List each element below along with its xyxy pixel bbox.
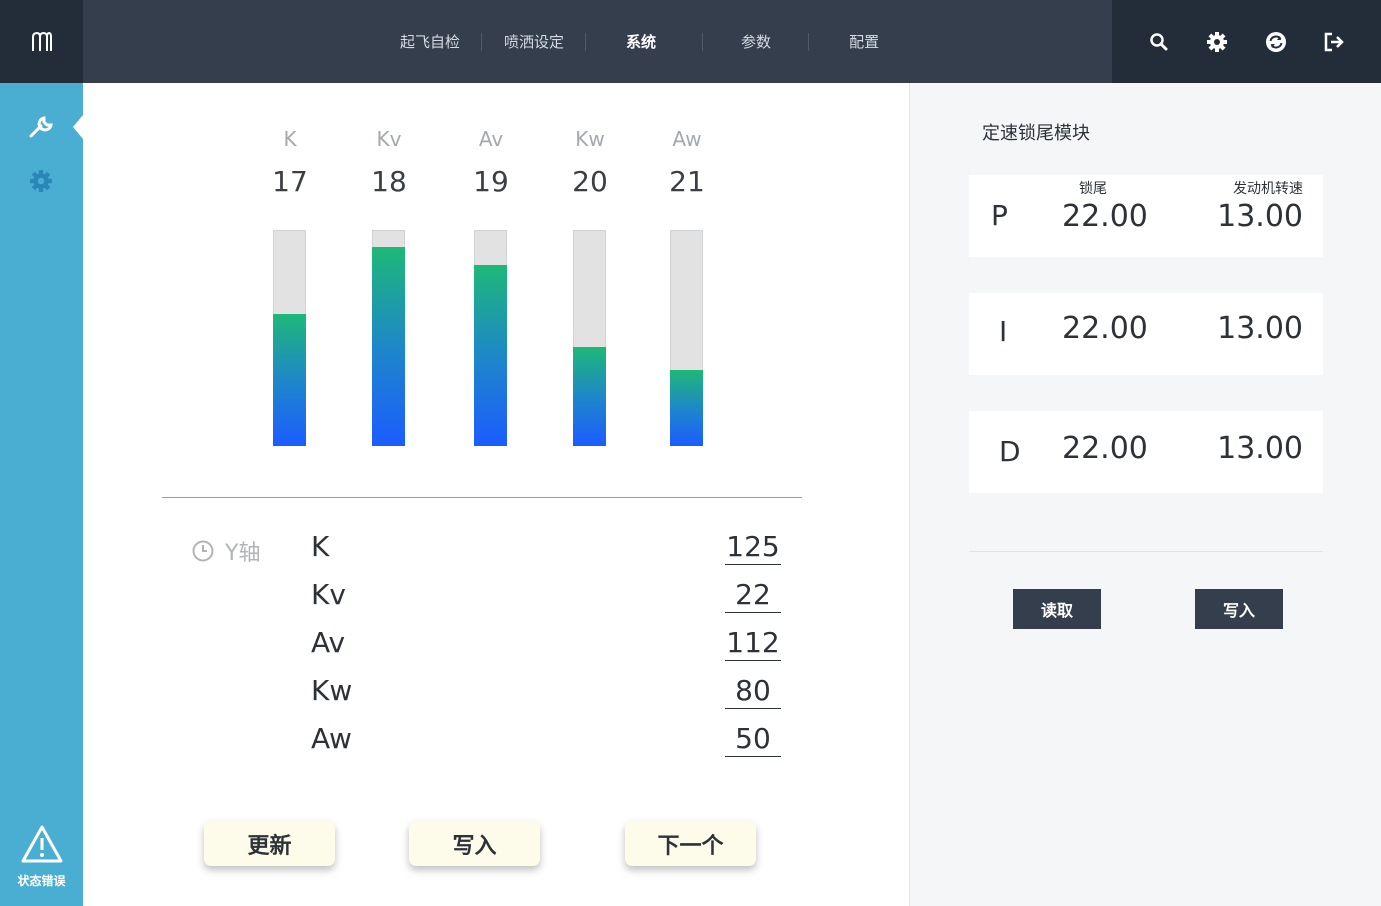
bar-label: Aw [672,127,702,151]
param-name: Av [311,626,346,659]
pid-row-i: I 22.00 13.00 [969,293,1323,375]
bar-value: 21 [669,165,705,198]
divider [969,551,1323,552]
nav-item-preflight[interactable]: 起飞自检 [378,32,483,51]
pid-row-d: D 22.00 13.00 [969,411,1323,493]
pid-engine-value[interactable]: 13.00 [1217,431,1303,466]
param-value-field[interactable]: 22 [725,578,781,613]
module-write-button[interactable]: 写入 [1195,589,1283,629]
wrench-icon[interactable] [26,113,56,143]
param-value-field[interactable]: 50 [725,722,781,757]
nav-item-config[interactable]: 配置 [809,33,919,51]
toolbar [1112,0,1381,83]
pid-engine-value[interactable]: 13.00 [1217,311,1303,346]
nav-item-system[interactable]: 系统 [586,32,704,51]
warning-icon [21,825,62,863]
main-nav: 起飞自检 喷洒设定 系统 参数 配置 [378,0,919,83]
pid-engine-value[interactable]: 13.00 [1217,199,1303,234]
pid-label: P [991,199,1008,232]
pid-tail-value[interactable]: 22.00 [1062,199,1148,234]
col-header-engine-speed: 发动机转速 [1233,181,1303,197]
axis-selector[interactable]: Y轴 [191,535,260,567]
bar-value: 19 [473,165,509,198]
param-name: Kv [311,578,346,611]
bar-label: Av [478,127,504,151]
status-label: 状态错误 [17,874,66,888]
param-row: Kv 22 [311,578,781,626]
logout-icon[interactable] [1322,30,1346,54]
pid-row-p: 锁尾 发动机转速 P 22.00 13.00 [969,175,1323,257]
param-row: Kw 80 [311,674,781,722]
bar-fill [474,265,507,446]
top-bar: 起飞自检 喷洒设定 系统 参数 配置 [0,0,1381,83]
divider [162,497,802,498]
bar-fill [670,370,703,446]
bar-fill [273,314,306,446]
gear-icon[interactable] [26,166,56,196]
bar-label: K [283,127,297,151]
axis-label: Y轴 [225,541,261,566]
active-indicator [73,115,83,139]
sync-icon[interactable] [1264,30,1288,54]
sidebar: 状态错误 [0,83,83,906]
param-name: K [311,530,330,563]
param-value-field[interactable]: 125 [725,530,781,565]
param-value-field[interactable]: 112 [725,626,781,661]
main-panel: K 17 Kv 18 Av 19 Kw 20 Aw 21 Y轴 K 125 Kv 22 Av 112 Kw 80… [83,83,909,906]
next-button[interactable]: 下一个 [625,821,756,866]
app-logo [0,0,83,83]
bar-track [670,230,703,446]
param-name: Kw [311,674,353,707]
nav-item-spray[interactable]: 喷洒设定 [482,32,587,51]
bar-fill [573,347,606,446]
param-name: Aw [311,722,352,755]
module-title: 定速锁尾模块 [982,123,1090,144]
bar-fill [372,247,405,446]
col-header-tail-lock: 锁尾 [1079,181,1107,197]
param-row: K 125 [311,530,781,578]
bar-value: 17 [272,165,308,198]
pid-label: D [999,435,1021,468]
bar-track [273,230,306,446]
bar-track [573,230,606,446]
read-button[interactable]: 读取 [1013,589,1101,629]
bar-label: Kw [575,127,605,151]
param-value-field[interactable]: 80 [725,674,781,709]
update-button[interactable]: 更新 [204,821,335,866]
param-row: Av 112 [311,626,781,674]
pid-label: I [999,315,1008,348]
bar-track [372,230,405,446]
status-indicator[interactable]: 状态错误 [0,824,83,889]
clock-icon [192,540,214,562]
module-panel: 定速锁尾模块 锁尾 发动机转速 P 22.00 13.00 I 22.00 13… [909,83,1381,906]
bar-track [474,230,507,446]
nav-item-params[interactable]: 参数 [703,32,810,51]
bar-value: 20 [572,165,608,198]
search-icon[interactable] [1147,30,1171,54]
param-row: Aw 50 [311,722,781,770]
logo-icon [31,31,52,51]
bar-value: 18 [371,165,407,198]
write-button[interactable]: 写入 [409,821,540,866]
gear-icon[interactable] [1205,30,1229,54]
pid-tail-value[interactable]: 22.00 [1062,431,1148,466]
bar-label: Kv [376,127,402,151]
pid-tail-value[interactable]: 22.00 [1062,311,1148,346]
